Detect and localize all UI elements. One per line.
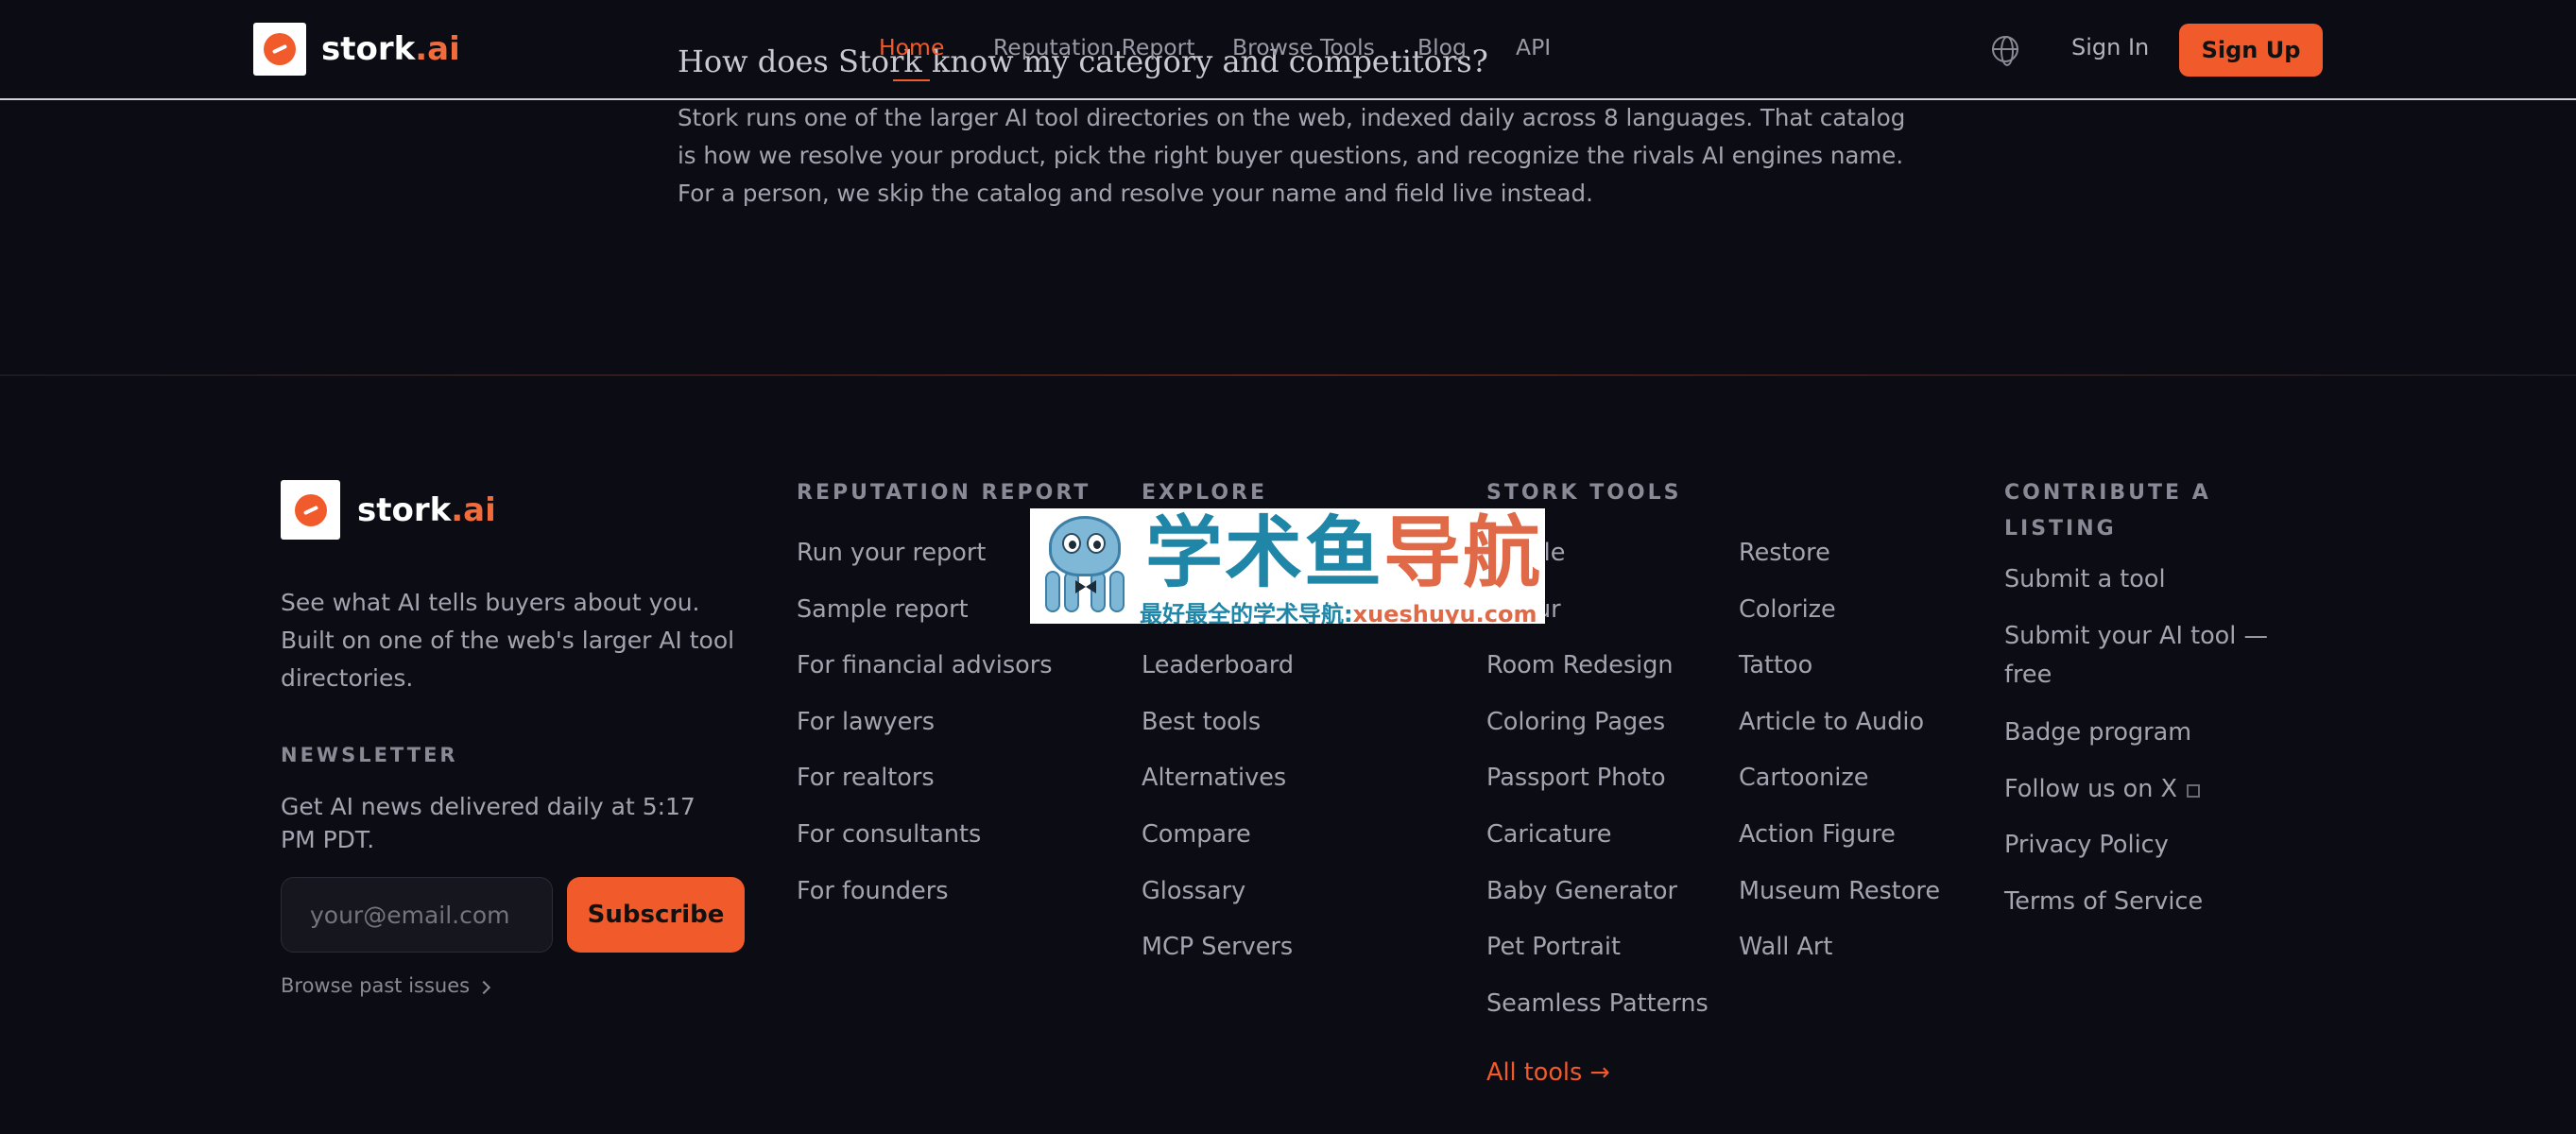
footer-link[interactable]: Museum Restore: [1739, 877, 1940, 905]
stork-logo-icon: [281, 480, 340, 540]
footer-link[interactable]: Tattoo: [1739, 651, 1812, 679]
reputation-column-heading: REPUTATION REPORT: [797, 481, 1091, 505]
footer-link[interactable]: Alternatives: [1142, 764, 1286, 792]
footer-link[interactable]: Privacy Policy: [2004, 831, 2169, 859]
footer-link[interactable]: For consultants: [797, 820, 981, 849]
footer-link[interactable]: Run your report: [797, 539, 986, 567]
footer-link[interactable]: Badge program: [2004, 718, 2191, 747]
nav-reputation-report[interactable]: Reputation Report: [993, 34, 1195, 60]
footer-link[interactable]: Restore: [1739, 539, 1830, 567]
footer-link[interactable]: Submit a tool: [2004, 565, 2166, 593]
sign-up-button[interactable]: Sign Up: [2179, 24, 2323, 77]
footer-link[interactable]: Pet Portrait: [1486, 933, 1621, 961]
footer-link[interactable]: Baby Generator: [1486, 877, 1677, 905]
footer-link[interactable]: Article to Audio: [1739, 708, 1924, 736]
subscribe-button[interactable]: Subscribe: [567, 877, 745, 953]
newsletter-heading: NEWSLETTER: [281, 744, 458, 766]
faq-answer: Stork runs one of the larger AI tool dir…: [678, 104, 1906, 207]
footer-link[interactable]: Colorize: [1739, 595, 1836, 624]
watermark-banner: 学术鱼导航 最好最全的学术导航:xueshuyu.com: [1030, 508, 1545, 624]
nav-api[interactable]: API: [1516, 34, 1551, 60]
footer-link[interactable]: Seamless Patterns: [1486, 989, 1709, 1018]
nav-blog[interactable]: Blog: [1417, 34, 1467, 60]
newsletter-email-input[interactable]: [281, 877, 553, 953]
follow-x-link[interactable]: Follow us on X: [2004, 775, 2200, 803]
all-tools-link[interactable]: All tools →: [1486, 1058, 1610, 1087]
footer-link[interactable]: Cartoonize: [1739, 764, 1868, 792]
footer-link[interactable]: Compare: [1142, 820, 1251, 849]
brand-wordmark: stork.ai: [321, 30, 460, 68]
site-header: stork.ai Home Reputation Report Browse T…: [0, 0, 2576, 100]
newsletter-text: Get AI news delivered daily at 5:17 PM P…: [281, 793, 696, 853]
explore-column-heading: EXPLORE: [1142, 481, 1268, 505]
footer-link[interactable]: Coloring Pages: [1486, 708, 1665, 736]
footer-link[interactable]: Leaderboard: [1142, 651, 1294, 679]
footer-link[interactable]: Caricature: [1486, 820, 1611, 849]
globe-icon[interactable]: [1992, 36, 2018, 66]
footer-link[interactable]: Submit your AI tool — free: [2004, 617, 2288, 695]
watermark-title: 学术鱼导航: [1145, 508, 1543, 598]
chevron-right-icon: [477, 980, 491, 995]
footer-logo[interactable]: stork.ai: [281, 480, 496, 540]
footer-link[interactable]: For lawyers: [797, 708, 935, 736]
watermark-subtitle: 最好最全的学术导航:xueshuyu.com: [1140, 601, 1537, 624]
header-logo[interactable]: stork.ai: [253, 23, 460, 76]
footer-link[interactable]: Action Figure: [1739, 820, 1896, 849]
footer-link[interactable]: Best tools: [1142, 708, 1261, 736]
footer-link[interactable]: Wall Art: [1739, 933, 1832, 961]
brand-wordmark: stork.ai: [357, 490, 496, 529]
sign-in-link[interactable]: Sign In: [2071, 34, 2149, 60]
contribute-column-heading: CONTRIBUTE A LISTING: [2004, 481, 2211, 541]
footer-link[interactable]: MCP Servers: [1142, 933, 1293, 961]
browse-past-issues-link[interactable]: Browse past issues: [281, 974, 491, 997]
footer-link[interactable]: For realtors: [797, 764, 935, 792]
nav-home[interactable]: Home: [879, 34, 944, 81]
octopus-mascot-icon: [1036, 514, 1134, 618]
footer-link[interactable]: Room Redesign: [1486, 651, 1674, 679]
stork-logo-icon: [253, 23, 306, 76]
stork-tools-column-heading: STORK TOOLS: [1486, 481, 1682, 505]
footer-link[interactable]: Glossary: [1142, 877, 1245, 905]
footer-link[interactable]: Passport Photo: [1486, 764, 1666, 792]
footer-description: See what AI tells buyers about you. Buil…: [281, 589, 735, 692]
footer-link[interactable]: Terms of Service: [2004, 887, 2203, 916]
footer-link[interactable]: Sample report: [797, 595, 969, 624]
external-link-icon: [2186, 784, 2200, 798]
footer-link[interactable]: For financial advisors: [797, 651, 1053, 679]
footer-link[interactable]: For founders: [797, 877, 949, 905]
nav-browse-tools[interactable]: Browse Tools: [1232, 34, 1375, 60]
footer-divider: [0, 374, 2576, 376]
